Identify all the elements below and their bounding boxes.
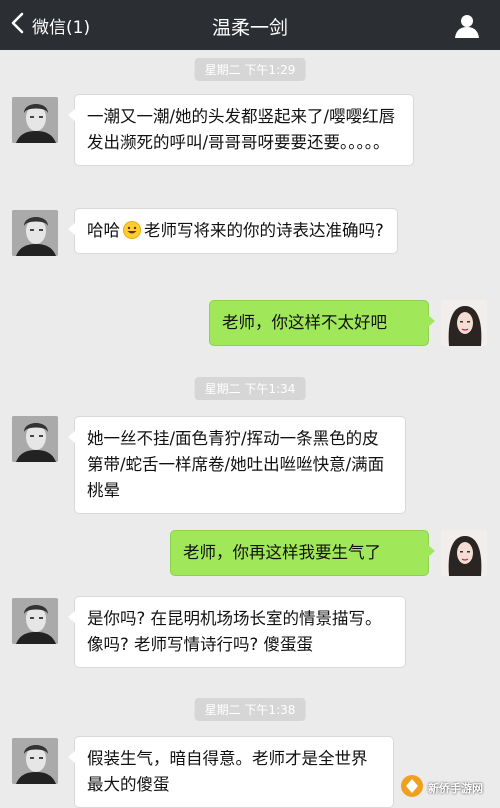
watermark-text: 新侨手游网 — [428, 782, 483, 795]
outgoing-message[interactable]: 老师，你这样不太好吧 — [209, 300, 435, 346]
message-text: 老师写将来的你的诗表达准确吗? — [144, 221, 384, 240]
timestamp: 星期二 下午1:29 — [194, 58, 306, 81]
contact-avatar[interactable] — [12, 210, 58, 256]
contact-info-icon[interactable] — [454, 13, 480, 39]
timestamp: 星期二 下午1:38 — [194, 698, 306, 721]
timestamp: 星期二 下午1:34 — [194, 377, 306, 400]
top-bar: 微信(1) 温柔一剑 — [0, 0, 500, 50]
chat-title: 温柔一剑 — [211, 17, 288, 39]
incoming-message[interactable]: 是你吗? 在昆明机场场长室的情景描写。像吗? 老师写情诗行吗? 傻蛋蛋 — [68, 596, 406, 668]
incoming-message[interactable]: 假装生气，暗自得意。老师才是全世界最大的傻蛋 — [68, 736, 394, 808]
user-avatar[interactable] — [441, 300, 487, 346]
chat-area[interactable]: 星期二 下午1:29 一潮又一潮/她的头发都竖起来了/嘤嘤红唇发出濒死的呼叫/哥… — [0, 50, 500, 808]
message-text: 哈哈 — [87, 221, 120, 240]
contact-avatar[interactable] — [12, 97, 58, 143]
outgoing-message[interactable]: 老师，你再这样我要生气了 — [170, 530, 435, 576]
contact-avatar[interactable] — [12, 416, 58, 462]
incoming-message[interactable]: 一潮又一潮/她的头发都竖起来了/嘤嘤红唇发出濒死的呼叫/哥哥哥呀要要还要。。。。… — [68, 94, 414, 166]
contact-avatar[interactable] — [12, 598, 58, 644]
grinning-emoji-icon — [123, 221, 141, 239]
contact-avatar[interactable] — [12, 738, 58, 784]
incoming-message[interactable]: 哈哈 老师写将来的你的诗表达准确吗? — [68, 208, 398, 254]
incoming-message[interactable]: 她一丝不挂/面色青狞/挥动一条黑色的皮第带/蛇舌一样席卷/她吐出咝咝快意/满面桃… — [68, 416, 406, 514]
site-watermark: 新侨手游网 — [400, 774, 492, 802]
watermark-logo-icon — [400, 774, 424, 802]
user-avatar[interactable] — [441, 530, 487, 576]
